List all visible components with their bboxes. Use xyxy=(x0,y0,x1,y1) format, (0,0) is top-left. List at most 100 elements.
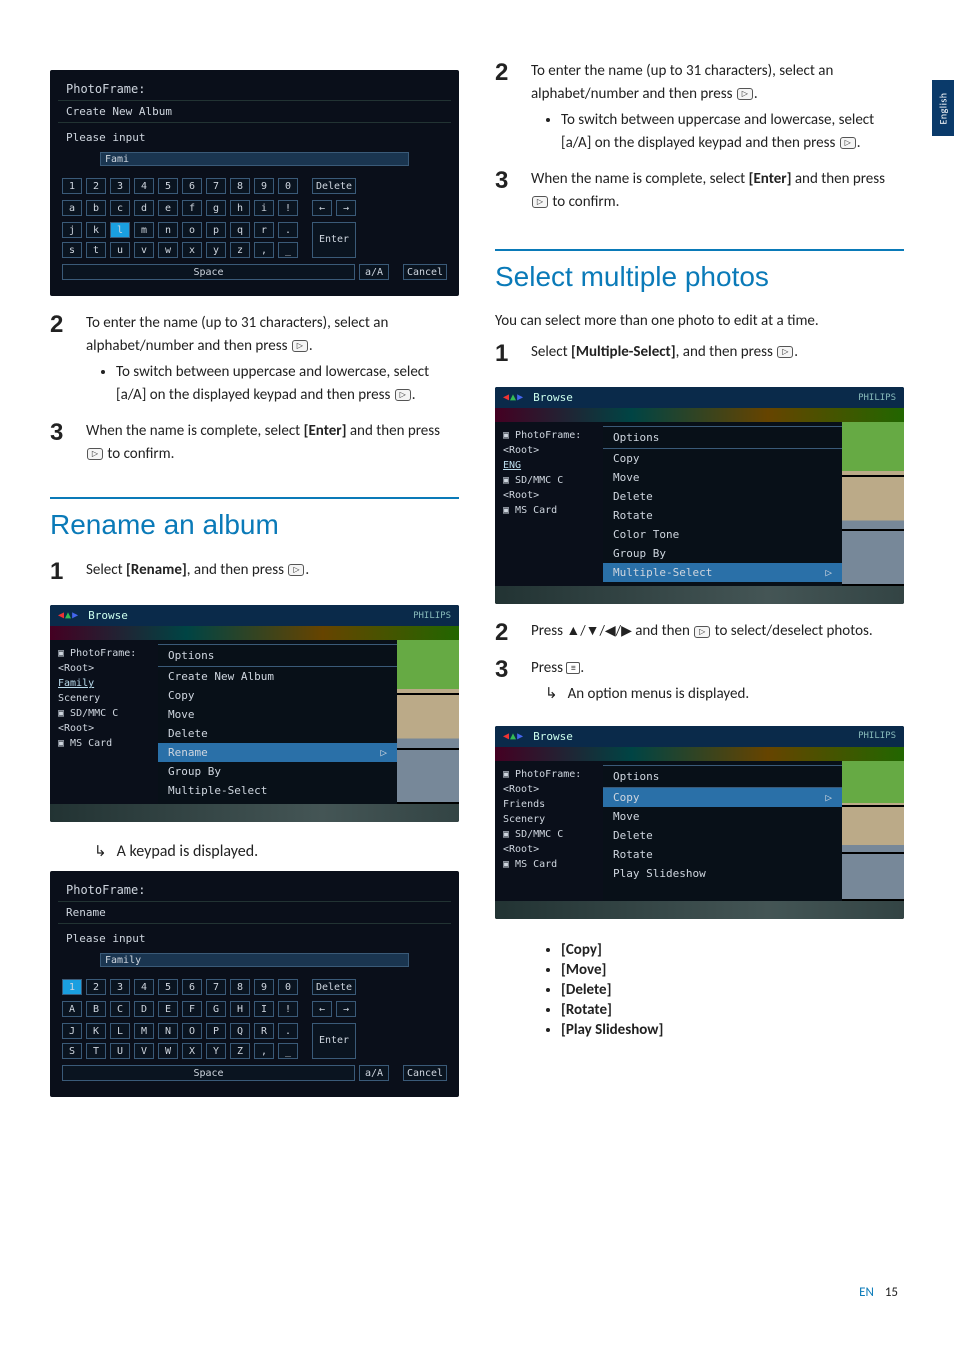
key-H[interactable]: H xyxy=(230,1001,250,1017)
key-F[interactable]: F xyxy=(182,1001,202,1017)
key-J[interactable]: J xyxy=(62,1023,82,1039)
key-P[interactable]: P xyxy=(206,1023,226,1039)
key-p[interactable]: p xyxy=(206,222,226,238)
sidebar-item[interactable]: <Root> xyxy=(54,721,154,736)
key-U[interactable]: U xyxy=(110,1043,130,1059)
key-delete[interactable]: Delete xyxy=(312,178,356,194)
key-delete[interactable]: Delete xyxy=(312,979,356,995)
sidebar-item[interactable]: MS Card xyxy=(54,736,154,751)
menu-item[interactable]: Copy xyxy=(603,449,842,468)
key-W[interactable]: W xyxy=(158,1043,178,1059)
key-8[interactable]: 8 xyxy=(230,979,250,995)
key-6[interactable]: 6 xyxy=(182,178,202,194)
key-excl[interactable]: ! xyxy=(278,200,298,216)
sidebar-item[interactable]: PhotoFrame: xyxy=(499,428,599,443)
sidebar-item[interactable]: SD/MMC C xyxy=(499,473,599,488)
key-t[interactable]: t xyxy=(86,242,106,258)
menu-item[interactable]: Move xyxy=(158,705,397,724)
sidebar-item[interactable]: SD/MMC C xyxy=(499,827,599,842)
key-M[interactable]: M xyxy=(134,1023,154,1039)
key-3[interactable]: 3 xyxy=(110,178,130,194)
key-cancel[interactable]: Cancel xyxy=(403,264,447,280)
key-aA[interactable]: a/A xyxy=(359,1065,389,1081)
key-enter[interactable]: Enter xyxy=(312,222,356,258)
menu-item[interactable]: Group By xyxy=(603,544,842,563)
menu-item[interactable]: Copy xyxy=(158,686,397,705)
key-Q[interactable]: Q xyxy=(230,1023,250,1039)
key-m[interactable]: m xyxy=(134,222,154,238)
key-comma[interactable]: , xyxy=(254,1043,274,1059)
key-z[interactable]: z xyxy=(230,242,250,258)
key-G[interactable]: G xyxy=(206,1001,226,1017)
key-w[interactable]: w xyxy=(158,242,178,258)
key-dot[interactable]: . xyxy=(278,1023,298,1039)
sidebar-item[interactable]: PhotoFrame: xyxy=(54,646,154,661)
key-us[interactable]: _ xyxy=(278,242,298,258)
key-space[interactable]: Space xyxy=(62,1065,355,1081)
key-K[interactable]: K xyxy=(86,1023,106,1039)
key-R[interactable]: R xyxy=(254,1023,274,1039)
key-T[interactable]: T xyxy=(86,1043,106,1059)
menu-item[interactable]: Rename▷ xyxy=(158,743,397,762)
key-S[interactable]: S xyxy=(62,1043,82,1059)
menu-item[interactable]: Color Tone xyxy=(603,525,842,544)
key-enter[interactable]: Enter xyxy=(312,1023,356,1059)
menu-item[interactable]: Multiple-Select▷ xyxy=(603,563,842,582)
sidebar-item[interactable]: Scenery xyxy=(54,691,154,706)
key-s[interactable]: s xyxy=(62,242,82,258)
menu-item[interactable]: Delete xyxy=(603,487,842,506)
menu-item[interactable]: Move xyxy=(603,468,842,487)
key-o[interactable]: o xyxy=(182,222,202,238)
key-i[interactable]: i xyxy=(254,200,274,216)
key-right[interactable]: → xyxy=(336,1001,356,1017)
menu-item[interactable]: Delete xyxy=(158,724,397,743)
input-field[interactable]: Family xyxy=(100,953,409,967)
key-1[interactable]: 1 xyxy=(62,979,82,995)
key-Z[interactable]: Z xyxy=(230,1043,250,1059)
menu-item[interactable]: Rotate xyxy=(603,845,842,864)
key-E[interactable]: E xyxy=(158,1001,178,1017)
sidebar-item[interactable]: MS Card xyxy=(499,503,599,518)
key-v[interactable]: v xyxy=(134,242,154,258)
key-left[interactable]: ← xyxy=(312,1001,332,1017)
key-comma[interactable]: , xyxy=(254,242,274,258)
key-9[interactable]: 9 xyxy=(254,979,274,995)
sidebar-item[interactable]: <Root> xyxy=(499,443,599,458)
key-d[interactable]: d xyxy=(134,200,154,216)
menu-item[interactable]: Group By xyxy=(158,762,397,781)
key-1[interactable]: 1 xyxy=(62,178,82,194)
menu-item[interactable]: Play Slideshow xyxy=(603,864,842,883)
key-g[interactable]: g xyxy=(206,200,226,216)
key-8[interactable]: 8 xyxy=(230,178,250,194)
menu-item[interactable]: Copy▷ xyxy=(603,788,842,807)
key-us[interactable]: _ xyxy=(278,1043,298,1059)
key-A[interactable]: A xyxy=(62,1001,82,1017)
input-field[interactable]: Fami xyxy=(100,152,409,166)
key-j[interactable]: j xyxy=(62,222,82,238)
key-7[interactable]: 7 xyxy=(206,178,226,194)
key-4[interactable]: 4 xyxy=(134,178,154,194)
key-0[interactable]: 0 xyxy=(278,979,298,995)
key-2[interactable]: 2 xyxy=(86,178,106,194)
key-a[interactable]: a xyxy=(62,200,82,216)
sidebar-item[interactable]: PhotoFrame: xyxy=(499,767,599,782)
menu-item[interactable]: Rotate xyxy=(603,506,842,525)
key-N[interactable]: N xyxy=(158,1023,178,1039)
key-O[interactable]: O xyxy=(182,1023,202,1039)
key-6[interactable]: 6 xyxy=(182,979,202,995)
key-l[interactable]: l xyxy=(110,222,130,238)
key-9[interactable]: 9 xyxy=(254,178,274,194)
sidebar-item[interactable]: MS Card xyxy=(499,857,599,872)
key-Y[interactable]: Y xyxy=(206,1043,226,1059)
key-k[interactable]: k xyxy=(86,222,106,238)
key-aA[interactable]: a/A xyxy=(359,264,389,280)
menu-item[interactable]: Multiple-Select xyxy=(158,781,397,800)
key-n[interactable]: n xyxy=(158,222,178,238)
key-B[interactable]: B xyxy=(86,1001,106,1017)
key-e[interactable]: e xyxy=(158,200,178,216)
key-f[interactable]: f xyxy=(182,200,202,216)
key-left[interactable]: ← xyxy=(312,200,332,216)
menu-item[interactable]: Delete xyxy=(603,826,842,845)
key-I[interactable]: I xyxy=(254,1001,274,1017)
key-x[interactable]: x xyxy=(182,242,202,258)
